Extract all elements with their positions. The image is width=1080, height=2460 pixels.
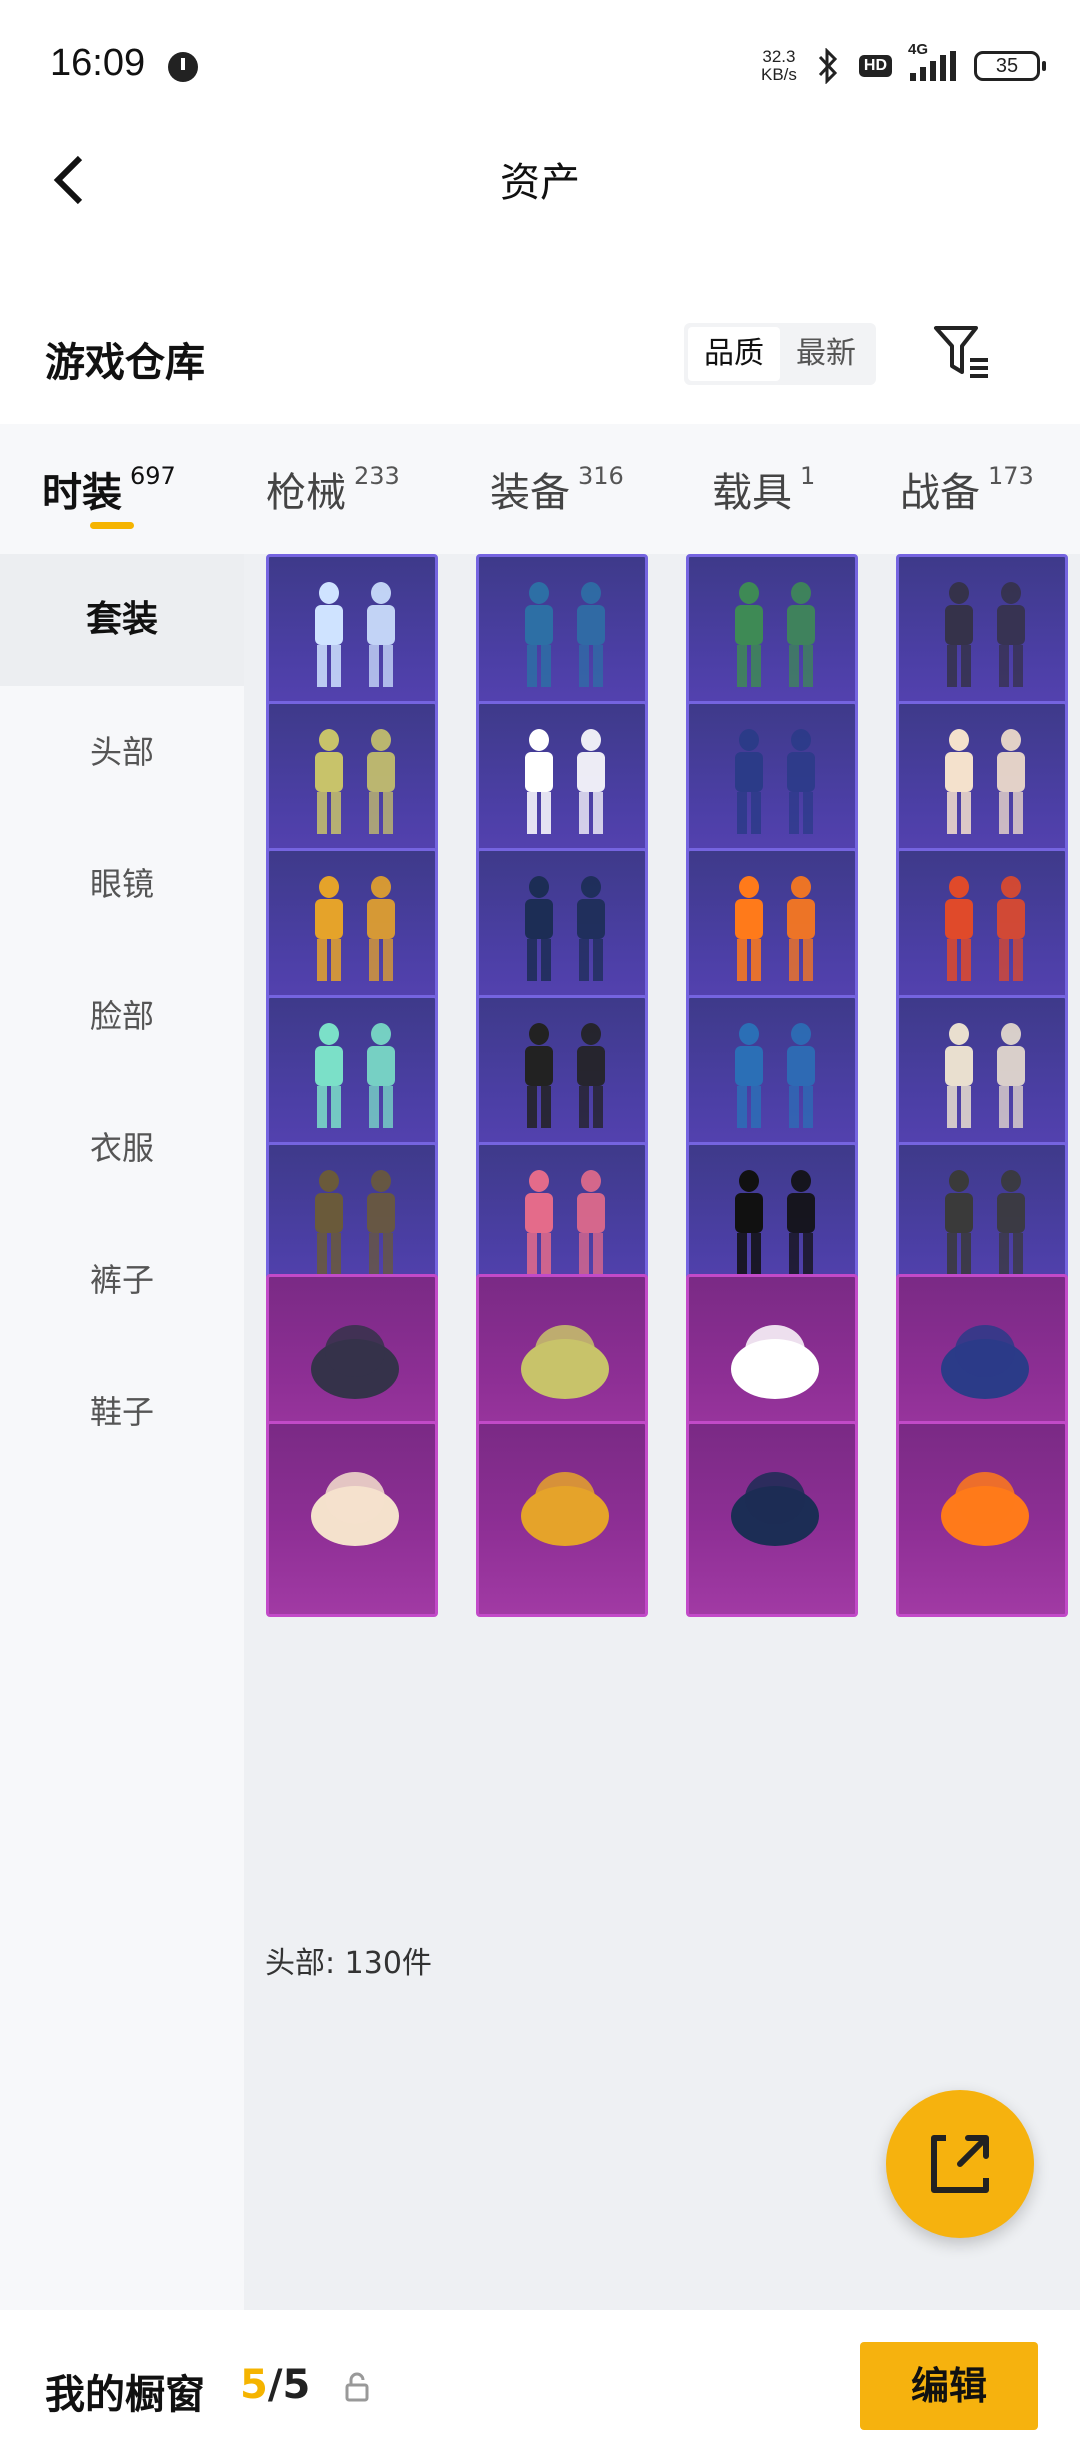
- showcase-current: 5: [240, 2362, 268, 2408]
- outfit-image: [735, 729, 815, 834]
- tab-label: 战备: [900, 470, 980, 516]
- sort-quality[interactable]: 品质: [688, 327, 780, 381]
- tab-count: 173: [988, 462, 1034, 490]
- showcase-count: 5/5: [240, 2362, 310, 2408]
- sort-toggle: 品质 最新: [684, 323, 876, 385]
- outfit-image: [525, 582, 605, 687]
- head-item-card[interactable]: [266, 1421, 438, 1617]
- outfit-image: [525, 1170, 605, 1275]
- subcategory-sidebar: 套装 头部 眼镜 脸部 衣服 裤子 鞋子: [0, 554, 244, 2310]
- hd-badge: HD: [858, 55, 892, 77]
- outfit-image: [525, 729, 605, 834]
- showcase-total: /5: [267, 2362, 311, 2408]
- headwear-image: [941, 1325, 1029, 1399]
- sidebar-item-glasses[interactable]: 眼镜: [0, 818, 244, 950]
- filter-icon[interactable]: [930, 322, 1000, 382]
- bluetooth-icon: [818, 48, 837, 84]
- battery-level: 35: [995, 55, 1019, 77]
- headwear-image: [731, 1472, 819, 1546]
- category-tabs: 时装 697 枪械 233 装备 316 载具 1 战备 173: [0, 424, 1080, 554]
- showcase-bar: 我的橱窗 5/5 编辑: [0, 2310, 1080, 2460]
- outfit-image: [315, 729, 395, 834]
- network-speed-unit: KB/s: [760, 65, 797, 84]
- headwear-image: [521, 1472, 609, 1546]
- head-item-card[interactable]: [686, 1421, 858, 1617]
- outfit-image: [735, 582, 815, 687]
- tab-label: 枪械: [266, 470, 346, 516]
- head-section-label: 头部: 130件: [265, 1946, 432, 1981]
- status-icons: 32.3 KB/s HD 4G 35: [761, 41, 1046, 86]
- sort-newest[interactable]: 最新: [780, 327, 872, 381]
- tab-vehicles[interactable]: 载具 1: [712, 460, 815, 518]
- sidebar-item-clothes[interactable]: 衣服: [0, 1082, 244, 1214]
- tab-supplies[interactable]: 战备 173: [900, 460, 1034, 518]
- outfit-image: [315, 582, 395, 687]
- network-speed: 32.3 KB/s: [761, 48, 797, 84]
- showcase-title: 我的橱窗: [45, 2372, 205, 2418]
- tab-label: 时装: [42, 470, 122, 516]
- tab-count: 1: [800, 462, 816, 490]
- headwear-image: [731, 1325, 819, 1399]
- outfit-image: [945, 1170, 1025, 1275]
- outfit-image: [315, 876, 395, 981]
- outfit-image: [525, 876, 605, 981]
- headwear-image: [941, 1472, 1029, 1546]
- tab-count: 233: [354, 462, 400, 490]
- edit-button[interactable]: 编辑: [860, 2342, 1038, 2430]
- tab-count: 316: [578, 462, 624, 490]
- network-type: 4G: [908, 41, 929, 58]
- notification-icon: [168, 52, 198, 82]
- tab-weapons[interactable]: 枪械 233: [266, 460, 400, 518]
- headwear-image: [311, 1325, 399, 1399]
- lock-icon: [345, 2372, 369, 2402]
- sidebar-item-shoes[interactable]: 鞋子: [0, 1346, 244, 1478]
- outfit-image: [735, 1023, 815, 1128]
- sidebar-item-pants[interactable]: 裤子: [0, 1214, 244, 1346]
- signal-icon: 4G: [908, 41, 956, 81]
- share-icon: [931, 2135, 989, 2193]
- outfit-image: [735, 1170, 815, 1275]
- outfit-image: [315, 1170, 395, 1275]
- head-item-card[interactable]: [896, 1421, 1068, 1617]
- status-bar: 16:09 32.3 KB/s HD 4G 35: [0, 0, 1080, 130]
- outfit-image: [945, 729, 1025, 834]
- active-tab-indicator: [90, 522, 134, 529]
- sidebar-item-suit[interactable]: 套装: [0, 554, 244, 686]
- sidebar-item-face[interactable]: 脸部: [0, 950, 244, 1082]
- item-grid: 套装-萌趣咩咩套装-湖蓝色...套装-SS21...套装-落日神探套装-狂沙舞者…: [244, 554, 1080, 2310]
- outfit-image: [525, 1023, 605, 1128]
- share-button[interactable]: [886, 2090, 1034, 2238]
- tab-fashion[interactable]: 时装 697: [42, 460, 176, 518]
- app-header: 资产: [0, 130, 1080, 230]
- warehouse-title: 游戏仓库: [45, 340, 205, 386]
- tab-label: 载具: [712, 470, 792, 516]
- headwear-image: [311, 1472, 399, 1546]
- sidebar-item-head[interactable]: 头部: [0, 686, 244, 818]
- outfit-image: [735, 876, 815, 981]
- battery-icon: 35: [974, 51, 1046, 81]
- outfit-image: [945, 1023, 1025, 1128]
- head-item-card[interactable]: [476, 1421, 648, 1617]
- headwear-image: [521, 1325, 609, 1399]
- page-title: 资产: [500, 160, 580, 206]
- status-time: 16:09: [50, 42, 146, 84]
- outfit-image: [315, 1023, 395, 1128]
- network-speed-value: 32.3: [762, 47, 796, 66]
- tab-equipment[interactable]: 装备 316: [490, 460, 624, 518]
- outfit-image: [945, 876, 1025, 981]
- tab-count: 697: [130, 462, 176, 490]
- outfit-image: [945, 582, 1025, 687]
- tab-label: 装备: [490, 470, 570, 516]
